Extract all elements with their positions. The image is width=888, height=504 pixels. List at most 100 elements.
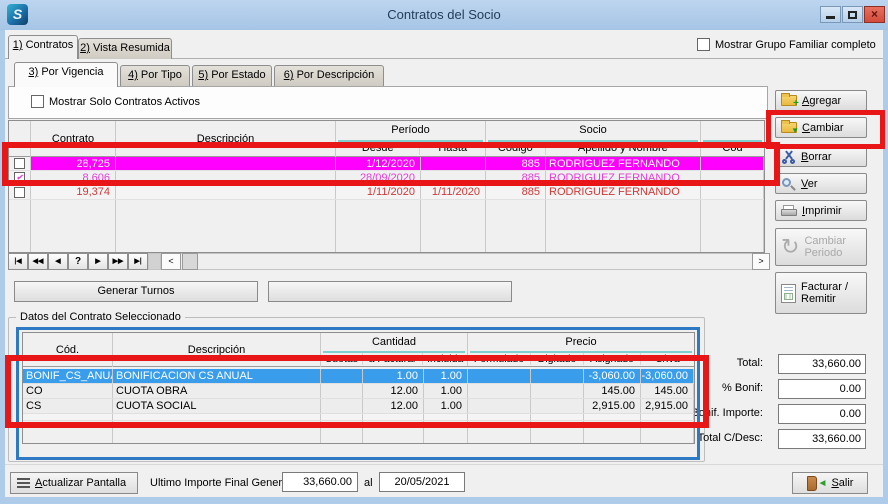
cell-hasta (421, 157, 486, 170)
nav-help-button[interactable]: ? (68, 253, 88, 270)
tab-vista-resumida[interactable]: 2) Vista Resumida (78, 38, 172, 59)
header-apellido: Apellido y Nombre (546, 142, 700, 155)
ver-label: Ver (801, 178, 818, 190)
maximize-button[interactable] (842, 6, 863, 23)
cell-codigo: 885 (486, 185, 546, 199)
facturar-remitir-button[interactable]: Facturar / Remitir (775, 272, 867, 314)
checkbox-icon (697, 38, 710, 51)
header-cantidad-label: Cantidad (323, 333, 465, 353)
solo-activos-checkbox[interactable]: Mostrar Solo Contratos Activos (31, 95, 200, 108)
family-checkbox[interactable]: Mostrar Grupo Familiar completo (697, 38, 876, 51)
cell-formulado (468, 384, 531, 398)
agregar-label: Agregar (802, 95, 841, 107)
contract-row[interactable]: ✔ 8,606 28/09/2020 885 RODRIGUEZ FERNAND… (9, 171, 764, 185)
header-hasta: Hasta (420, 142, 485, 155)
cell-codigo: 885 (486, 171, 546, 184)
horizontal-scrollbar-page[interactable] (148, 253, 161, 270)
agregar-button[interactable]: + Agregar (775, 90, 867, 111)
tab-contratos[interactable]: 1) Contratos (8, 35, 78, 59)
header-periodo-label: Período (338, 121, 483, 142)
row-checkbox[interactable] (9, 185, 31, 199)
detail-row[interactable]: CO CUOTA OBRA 12.00 1.00 145.00 145.00 (23, 384, 694, 399)
detail-row[interactable]: CS CUOTA SOCIAL 12.00 1.00 2,915.00 2,91… (23, 399, 694, 414)
nav-next-button[interactable]: ▶ (88, 253, 108, 270)
window-title: Contratos del Socio (0, 0, 888, 30)
nav-ffwd-icon: ▶▶ (113, 258, 124, 265)
cell-a-facturar: 12.00 (363, 399, 424, 413)
header-codigo: Código (486, 142, 546, 155)
cell-incluida: 1.00 (424, 369, 468, 383)
tab-por-tipo[interactable]: 4) Por Tipo (120, 65, 190, 86)
ultimo-importe-field[interactable]: 33,660.00 (282, 472, 358, 492)
cell-cuotas (321, 384, 363, 398)
cell-desde: 1/12/2020 (336, 157, 421, 170)
cell-digitado (531, 399, 584, 413)
ver-button[interactable]: Ver (775, 173, 867, 194)
scroll-right-button[interactable]: > (752, 253, 770, 270)
horizontal-scrollbar-thumb[interactable] (182, 253, 198, 270)
folder-plus-icon: + (781, 95, 797, 106)
minimize-button[interactable] (820, 6, 841, 23)
tab-por-vigencia[interactable]: 3) Por Vigencia (14, 62, 118, 87)
nav-first-button[interactable]: |◀ (8, 253, 28, 270)
checkbox-icon (31, 95, 44, 108)
cell-cod (701, 171, 764, 184)
close-button[interactable]: × (864, 6, 885, 23)
header-incluida: Incluida (423, 353, 467, 365)
nav-rewind-button[interactable]: ◀◀ (28, 253, 48, 270)
tab-por-estado-label: 5) Por Estado (193, 69, 271, 81)
fecha-field[interactable]: 20/05/2021 (379, 472, 465, 492)
cell-descripcion (116, 185, 336, 199)
header-group-cut: Cód (701, 121, 764, 156)
folder-down-arrow-icon: ▼ (781, 122, 797, 133)
cell-digitado (531, 369, 584, 383)
facturar-remitir-label: Facturar / Remitir (801, 281, 848, 305)
total-field[interactable]: 33,660.00 (778, 354, 866, 374)
contract-row[interactable]: 19,374 1/11/2020 1/11/2020 885 RODRIGUEZ… (9, 185, 764, 200)
nav-last-button[interactable]: ▶| (128, 253, 148, 270)
cell-asignado: 145.00 (584, 384, 641, 398)
borrar-button[interactable]: Borrar (775, 146, 867, 167)
cambiar-button[interactable]: ▼ Cambiar (775, 117, 867, 138)
nav-prev-button[interactable]: ◀ (48, 253, 68, 270)
detail-row[interactable]: BONIF_CS_ANUAL BONIFICACION CS ANUAL 1.0… (23, 369, 694, 384)
header-cod: Cód. (23, 333, 113, 367)
list-lines-icon (17, 476, 30, 490)
refresh-icon: ↻ (781, 236, 799, 258)
header-a-facturar: a Facturar (363, 353, 424, 365)
actualizar-pantalla-button[interactable]: Actualizar Pantalla (10, 472, 138, 494)
scroll-right-icon: > (758, 256, 763, 266)
cell-descripcion: CUOTA SOCIAL (113, 399, 321, 413)
generar-turnos-button[interactable]: Generar Turnos (14, 281, 258, 302)
nav-ffwd-button[interactable]: ▶▶ (108, 253, 128, 270)
salir-button[interactable]: ◄ Salir (792, 472, 868, 494)
blank-button[interactable] (268, 281, 512, 302)
cambiar-periodo-button[interactable]: ↻ Cambiar Periodo (775, 228, 867, 266)
horizontal-scrollbar-track[interactable] (148, 253, 770, 270)
bonif-pct-field[interactable]: 0.00 (778, 379, 866, 399)
printer-icon (781, 205, 797, 217)
tab-vista-resumida-label: 2) Vista Resumida (79, 42, 171, 54)
cell-desde: 28/09/2020 (336, 171, 421, 184)
checkbox-checked-icon: ✔ (14, 158, 25, 169)
header-formulado: Formulado (468, 353, 531, 365)
imprimir-button[interactable]: Imprimir (775, 200, 867, 221)
row-checkbox[interactable]: ✔ (9, 157, 31, 170)
tab-por-estado[interactable]: 5) Por Estado (192, 65, 272, 86)
contract-row[interactable]: ✔ 28,725 1/12/2020 885 RODRIGUEZ FERNAND… (9, 157, 764, 171)
cell-incluida: 1.00 (424, 399, 468, 413)
bonif-importe-field[interactable]: 0.00 (778, 404, 866, 424)
scroll-left-button[interactable]: < (161, 253, 181, 270)
cell-formulado (468, 369, 531, 383)
question-icon: ? (75, 256, 81, 267)
row-checkbox[interactable]: ✔ (9, 171, 31, 184)
total-cdesc-field[interactable]: 33,660.00 (778, 429, 866, 449)
header-cuotas: Cuotas (321, 353, 363, 365)
tab-por-descripcion-label: 6) Por Descripción (275, 69, 383, 81)
header-desde: Desde (336, 142, 420, 155)
header-contrato: Contrato (31, 121, 116, 157)
actualizar-pantalla-label: Actualizar Pantalla (35, 477, 126, 489)
header-group-socio: Socio Código Apellido y Nombre (486, 121, 701, 156)
tab-por-descripcion[interactable]: 6) Por Descripción (274, 65, 384, 86)
tab-por-vigencia-label: 3) Por Vigencia (15, 66, 117, 78)
